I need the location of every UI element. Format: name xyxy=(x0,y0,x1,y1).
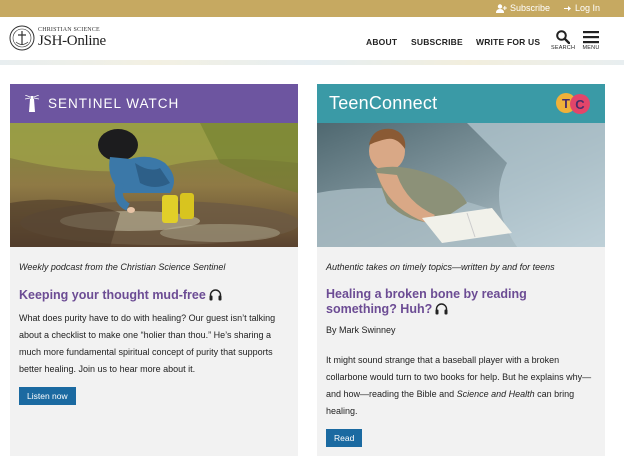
teenconnect-card: TeenConnect T C Authentic takes on timel… xyxy=(317,84,605,456)
card-tagline: Weekly podcast from the Christian Scienc… xyxy=(19,262,226,272)
teenconnect-badge-icon: T C xyxy=(556,93,590,114)
headphones-icon xyxy=(209,289,222,301)
card-headline[interactable]: Healing a broken bone by reading somethi… xyxy=(326,287,586,317)
search-button[interactable]: SEARCH xyxy=(551,30,575,51)
card-headline[interactable]: Keeping your thought mud-free xyxy=(19,288,289,303)
top-utility-bar: Subscribe Log In xyxy=(0,0,624,17)
site-header: CHRISTIAN SCIENCE JSH-Online ABOUT SUBSC… xyxy=(0,17,624,60)
search-icon xyxy=(556,30,570,44)
menu-button[interactable]: MENU xyxy=(580,30,602,51)
logo-title: JSH-Online xyxy=(38,33,106,49)
sign-in-icon xyxy=(564,5,571,11)
subscribe-link-label: Subscribe xyxy=(510,3,551,13)
teen-reading-illustration xyxy=(317,123,605,247)
card-headline-text: Keeping your thought mud-free xyxy=(19,288,206,302)
teenconnect-title: TeenConnect xyxy=(329,93,438,113)
lighthouse-icon xyxy=(25,95,39,112)
nav-subscribe[interactable]: SUBSCRIBE xyxy=(411,37,463,47)
login-link[interactable]: Log In xyxy=(564,3,600,13)
listen-now-button[interactable]: Listen now xyxy=(19,387,76,405)
headphones-icon xyxy=(435,303,448,315)
teenconnect-header[interactable]: TeenConnect T C xyxy=(317,84,605,123)
search-caption: SEARCH xyxy=(551,45,576,51)
card-body: It might sound strange that a baseball p… xyxy=(326,352,596,420)
card-byline: By Mark Swinney xyxy=(326,325,396,335)
login-link-label: Log In xyxy=(575,3,601,13)
sentinel-watch-title: SENTINEL WATCH xyxy=(48,96,180,111)
nav-about[interactable]: ABOUT xyxy=(366,37,397,47)
child-in-mud-image[interactable] xyxy=(10,123,298,247)
svg-text:T: T xyxy=(562,96,570,111)
child-in-mud-illustration xyxy=(10,123,298,247)
seal-icon xyxy=(9,25,35,51)
subscribe-link[interactable]: Subscribe xyxy=(496,3,550,13)
read-button[interactable]: Read xyxy=(326,429,363,447)
menu-caption: MENU xyxy=(582,45,600,51)
teen-reading-image[interactable] xyxy=(317,123,605,247)
decorative-band xyxy=(0,60,624,65)
card-tagline: Authentic takes on timely topics—written… xyxy=(326,262,555,272)
svg-text:C: C xyxy=(575,97,585,112)
sentinel-watch-card: SENTINEL WATCH Weekly podcast from the C… xyxy=(10,84,298,456)
add-user-icon xyxy=(496,3,507,13)
card-body-book-title: Science and Health xyxy=(456,389,535,399)
nav-write-for-us[interactable]: WRITE FOR US xyxy=(476,37,540,47)
hamburger-icon xyxy=(583,31,599,44)
site-logo[interactable]: CHRISTIAN SCIENCE JSH-Online xyxy=(9,25,119,53)
sentinel-watch-header[interactable]: SENTINEL WATCH xyxy=(10,84,298,123)
card-body: What does purity have to do with healing… xyxy=(19,313,276,374)
card-headline-text: Healing a broken bone by reading somethi… xyxy=(326,287,527,316)
